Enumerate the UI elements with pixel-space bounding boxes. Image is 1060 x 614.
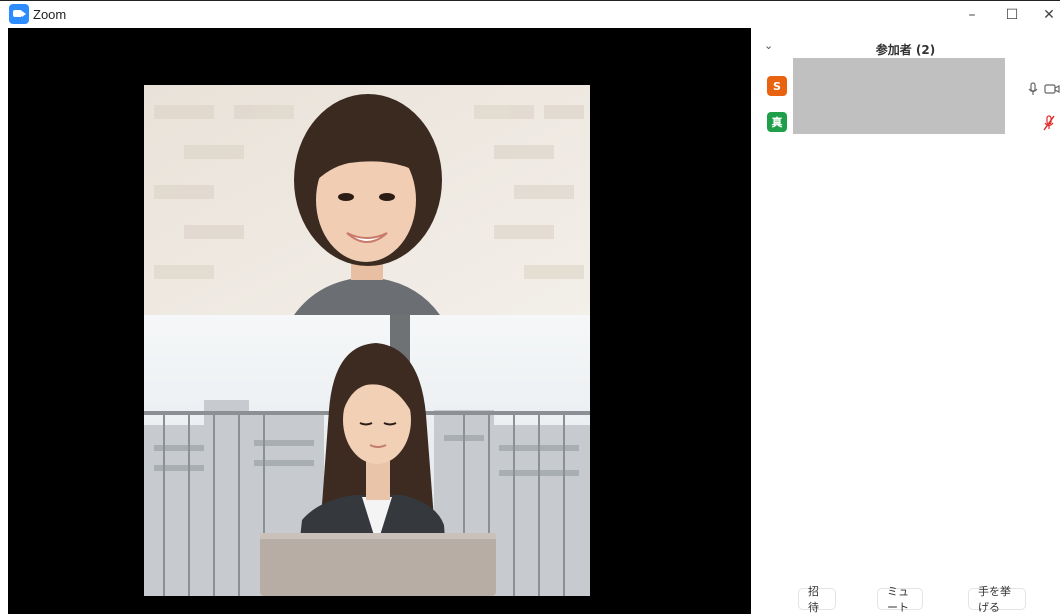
window-title: Zoom — [33, 7, 67, 22]
participants-panel-title: 参加者 (2) — [875, 43, 936, 57]
minimize-button[interactable]: – — [955, 1, 989, 29]
avatar: 真 — [767, 112, 787, 132]
video-camera-icon[interactable] — [1044, 83, 1060, 95]
zoom-app-icon — [9, 4, 29, 24]
video-gallery[interactable] — [8, 28, 751, 614]
avatar: S — [767, 76, 787, 96]
maximize-button[interactable]: ☐ — [995, 1, 1029, 29]
redacted-participant-names — [793, 58, 1005, 134]
participant-video-frame — [144, 85, 590, 315]
participant-video-tile[interactable] — [144, 315, 590, 596]
raise-hand-button[interactable]: 手を挙げる — [968, 585, 1026, 614]
participant-video-tile[interactable] — [144, 85, 590, 315]
invite-button[interactable]: 招待 — [798, 585, 836, 614]
participant-video-frame — [144, 315, 590, 596]
microphone-icon[interactable] — [1027, 82, 1039, 96]
close-button[interactable]: ✕ — [1032, 1, 1060, 29]
muted-microphone-icon[interactable] — [1042, 115, 1056, 131]
title-bar: Zoom – ☐ ✕ — [0, 0, 1060, 28]
mute-button[interactable]: ミュート — [877, 585, 923, 614]
